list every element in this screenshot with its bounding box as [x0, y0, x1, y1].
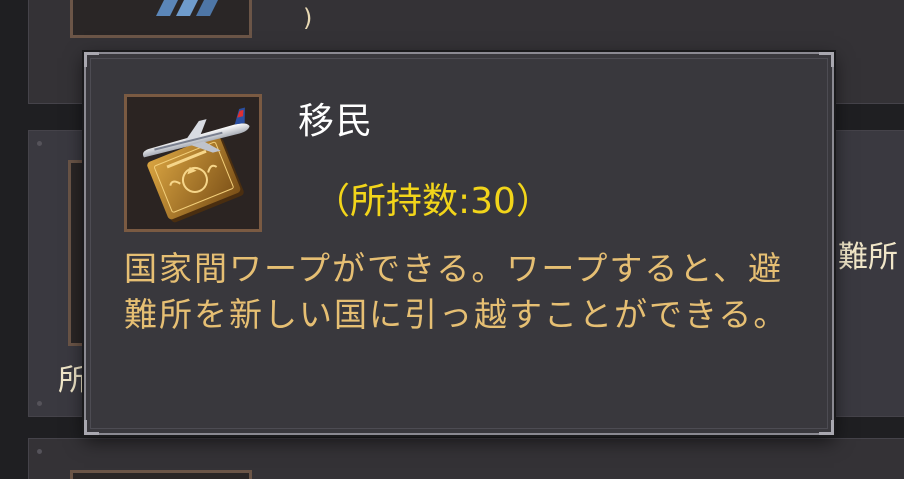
row-text-fragment: )	[303, 4, 313, 32]
item-name: 移民	[298, 101, 375, 142]
frame-corner	[819, 52, 834, 67]
item-description: 国家間ワープができる。ワープすると、避難所を新しい国に引っ越すことができる。	[124, 249, 789, 334]
item-thumbnail	[70, 470, 252, 479]
passport-airplane-icon	[142, 107, 250, 223]
rivet	[37, 401, 42, 406]
row-text-fragment: 難所	[838, 240, 898, 275]
game-screen: ) 難所 所 移民 （所持数:30） 国家間ワープができる。ワープすると、避難所…	[0, 0, 904, 479]
frame-corner	[84, 420, 99, 435]
rivet	[37, 141, 42, 146]
item-count: （所持数:30）	[314, 181, 552, 222]
item-tooltip: 移民 （所持数:30） 国家間ワープができる。ワープすると、避難所を新しい国に引…	[84, 52, 834, 435]
rivet	[37, 449, 42, 454]
frame-corner	[819, 420, 834, 435]
item-icon-frame	[124, 94, 262, 232]
frame-corner	[84, 52, 99, 67]
blue-item-icon	[156, 0, 218, 16]
